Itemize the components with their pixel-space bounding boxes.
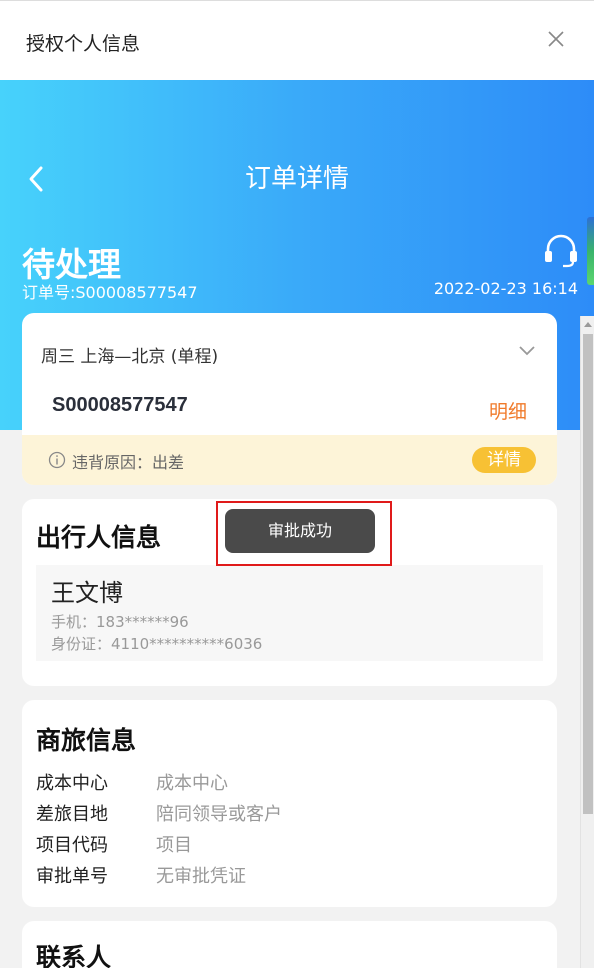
info-row-value: 无审批凭证 xyxy=(156,866,246,887)
info-row-key: 项目代码 xyxy=(36,835,108,856)
business-info-card: 商旅信息 成本中心 成本中心 差旅目地 陪同领导或客户 项目代码 项目 审批单号 无审批… xyxy=(22,700,557,907)
page-scrollbar[interactable] xyxy=(580,316,594,968)
dialog-title: 授权个人信息 xyxy=(26,33,141,55)
violation-reason: 违背原因：出差 xyxy=(72,453,185,472)
scroll-up-arrow-icon[interactable] xyxy=(584,322,592,327)
info-row-value: 项目 xyxy=(156,835,192,856)
close-icon[interactable] xyxy=(544,27,568,51)
business-section-title: 商旅信息 xyxy=(36,726,137,755)
customer-service-headset-icon[interactable] xyxy=(542,232,580,268)
order-number: 订单号:S00008577547 xyxy=(22,283,198,302)
highlight-box xyxy=(216,501,392,566)
info-row-value: 成本中心 xyxy=(156,773,228,794)
page-title: 订单详情 xyxy=(244,164,349,194)
info-row-cost-center: 成本中心 成本中心 xyxy=(36,769,228,795)
contact-card: 联系人 xyxy=(22,921,557,968)
violation-bar: 违背原因：出差 详情 xyxy=(22,435,557,485)
violation-detail-button[interactable]: 详情 xyxy=(472,447,536,473)
dialog-header: 授权个人信息 xyxy=(0,0,594,80)
trip-order-number: S00008577547 xyxy=(52,394,188,416)
passenger-section-title: 出行人信息 xyxy=(36,523,162,552)
chevron-down-icon[interactable] xyxy=(518,344,536,358)
info-row-key: 成本中心 xyxy=(36,773,108,794)
passenger-item: 王文博 手机：183******96 身份证：4110**********603… xyxy=(36,565,543,661)
order-time: 2022-02-23 16:14 xyxy=(433,279,578,298)
info-row-travel-purpose: 差旅目地 陪同领导或客户 xyxy=(36,800,282,826)
info-row-value: 陪同领导或客户 xyxy=(156,804,282,825)
passenger-name: 王文博 xyxy=(51,579,123,607)
info-row-project-code: 项目代码 项目 xyxy=(36,831,192,857)
info-icon xyxy=(48,451,66,469)
contact-section-title: 联系人 xyxy=(36,943,112,968)
price-detail-link[interactable]: 明细 xyxy=(489,397,527,424)
scrollbar-thumb[interactable] xyxy=(583,334,593,814)
info-row-key: 审批单号 xyxy=(36,866,108,887)
trip-route: 周三 上海—北京 (单程) xyxy=(41,347,219,367)
trip-card: 周三 上海—北京 (单程) S00008577547 明细 违背原因：出差 详情 xyxy=(22,313,557,485)
passenger-id-card: 身份证：4110**********6036 xyxy=(51,635,263,653)
info-row-key: 差旅目地 xyxy=(36,804,108,825)
passenger-phone: 手机：183******96 xyxy=(51,613,189,631)
info-row-approval-number: 审批单号 无审批凭证 xyxy=(36,862,246,888)
side-floating-tab[interactable] xyxy=(587,217,594,285)
